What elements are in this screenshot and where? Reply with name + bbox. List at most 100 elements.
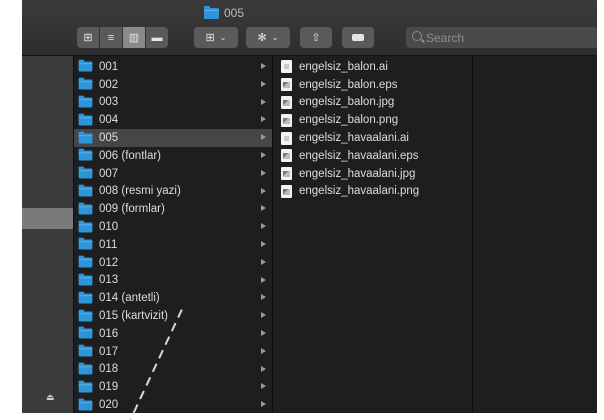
folder-row[interactable]: 007 bbox=[74, 165, 272, 183]
folder-row[interactable]: 019 bbox=[74, 378, 272, 396]
share-icon: ⇧ bbox=[311, 32, 321, 44]
folder-label: 013 bbox=[99, 274, 119, 287]
image-file-icon bbox=[281, 95, 292, 109]
gallery-icon: ▬ bbox=[151, 31, 163, 44]
ai-file-icon bbox=[281, 60, 292, 74]
folder-row[interactable]: 002 bbox=[74, 76, 272, 94]
gear-icon: ✻ bbox=[257, 32, 267, 44]
search-icon bbox=[412, 31, 422, 41]
column-view-button[interactable]: ▥ bbox=[123, 27, 145, 48]
folder-icon bbox=[78, 131, 93, 144]
folder-icon bbox=[78, 148, 93, 161]
list-view-button[interactable]: ≡ bbox=[100, 27, 122, 48]
folder-label: 020 bbox=[99, 399, 119, 412]
disclosure-arrow-icon bbox=[261, 383, 266, 390]
disclosure-arrow-icon bbox=[261, 80, 266, 87]
folder-row[interactable]: 013 bbox=[74, 272, 272, 290]
file-name: engelsiz_havaalani.eps bbox=[299, 149, 419, 162]
gallery-view-button[interactable]: ▬ bbox=[146, 27, 168, 48]
search-input[interactable]: Search bbox=[406, 27, 597, 48]
grid-icon: ⊞ bbox=[83, 32, 93, 44]
sidebar: ⏏ bbox=[22, 56, 73, 413]
file-row[interactable]: engelsiz_balon.ai bbox=[273, 58, 472, 76]
file-row[interactable]: engelsiz_havaalani.ai bbox=[273, 129, 472, 147]
folder-row[interactable]: 003 bbox=[74, 94, 272, 112]
folder-icon bbox=[78, 255, 93, 268]
disclosure-arrow-icon bbox=[261, 169, 266, 176]
folder-row[interactable]: 020 bbox=[74, 396, 272, 413]
file-column: engelsiz_balon.ai engelsiz_balon.epsengel… bbox=[273, 56, 472, 413]
ai-file-icon bbox=[281, 131, 292, 145]
columns-icon: ▥ bbox=[128, 32, 140, 44]
folder-label: 017 bbox=[99, 345, 119, 358]
folder-row[interactable]: 015 (kartvizit) bbox=[74, 307, 272, 325]
folder-row[interactable]: 008 (resmi yazi) bbox=[74, 183, 272, 201]
folder-icon bbox=[78, 273, 93, 286]
folder-label: 018 bbox=[99, 363, 119, 376]
folder-label: 011 bbox=[99, 238, 118, 251]
folder-row[interactable]: 017 bbox=[74, 343, 272, 361]
folder-icon bbox=[78, 113, 93, 126]
folder-icon bbox=[78, 326, 93, 339]
file-name: engelsiz_havaalani.jpg bbox=[299, 167, 416, 180]
action-button[interactable]: ✻ ⌄ bbox=[246, 27, 290, 48]
folder-row[interactable]: 018 bbox=[74, 361, 272, 379]
folder-label: 001 bbox=[99, 60, 119, 73]
sidebar-selected-item[interactable] bbox=[22, 208, 73, 229]
chevron-down-icon: ⌄ bbox=[271, 33, 279, 42]
disclosure-arrow-icon bbox=[261, 98, 266, 105]
file-name: engelsiz_balon.eps bbox=[299, 78, 398, 91]
list-icon: ≡ bbox=[107, 31, 115, 44]
preview-column bbox=[473, 56, 597, 413]
folder-label: 019 bbox=[99, 381, 119, 394]
folder-label: 004 bbox=[99, 114, 119, 127]
folder-label: 003 bbox=[99, 96, 119, 109]
finder-window: 005 ⊞ ≡ ▥ ▬ ⊞ ⌄ ✻ ⌄ ⇧ Search ⏏ 001 002 0… bbox=[22, 0, 597, 413]
file-row[interactable]: engelsiz_havaalani.jpg bbox=[273, 165, 472, 183]
folder-label: 010 bbox=[99, 221, 119, 234]
file-row[interactable]: engelsiz_balon.png bbox=[273, 111, 472, 129]
file-row[interactable]: engelsiz_balon.jpg bbox=[273, 94, 472, 112]
tags-button[interactable] bbox=[342, 27, 374, 48]
disclosure-arrow-icon bbox=[261, 241, 266, 247]
folder-row[interactable]: 009 (formlar) bbox=[74, 200, 272, 218]
folder-row[interactable]: 014 (antetli) bbox=[74, 289, 272, 307]
folder-icon bbox=[78, 237, 93, 250]
folder-label: 012 bbox=[99, 256, 119, 269]
disclosure-arrow-icon bbox=[261, 347, 266, 354]
folder-row[interactable]: 012 bbox=[74, 254, 272, 272]
group-by-button[interactable]: ⊞ ⌄ bbox=[194, 27, 238, 48]
image-file-icon bbox=[281, 113, 292, 127]
search-placeholder: Search bbox=[426, 30, 465, 45]
disclosure-arrow-icon bbox=[261, 134, 266, 141]
disclosure-arrow-icon bbox=[261, 365, 266, 372]
folder-icon bbox=[78, 344, 93, 357]
icon-view-button[interactable]: ⊞ bbox=[77, 27, 99, 48]
folder-label: 016 bbox=[99, 327, 119, 340]
disclosure-arrow-icon bbox=[261, 401, 266, 408]
folder-icon bbox=[78, 95, 93, 108]
folder-label: 015 (kartvizit) bbox=[99, 310, 169, 323]
eps-file-icon bbox=[281, 149, 292, 163]
disclosure-arrow-icon bbox=[261, 294, 266, 301]
eject-icon[interactable]: ⏏ bbox=[46, 392, 55, 403]
folder-row[interactable]: 005 bbox=[74, 129, 272, 147]
toolbar: ⊞ ≡ ▥ ▬ ⊞ ⌄ ✻ ⌄ ⇧ Search bbox=[22, 27, 597, 49]
folder-row[interactable]: 001 bbox=[74, 58, 272, 76]
folder-label: 006 (fontlar) bbox=[99, 149, 162, 162]
disclosure-arrow-icon bbox=[261, 223, 266, 230]
file-name: engelsiz_havaalani.ai bbox=[299, 132, 409, 145]
folder-icon bbox=[78, 309, 93, 322]
disclosure-arrow-icon bbox=[261, 187, 266, 194]
file-row[interactable]: engelsiz_havaalani.eps bbox=[273, 147, 472, 165]
folder-row[interactable]: 010 bbox=[74, 218, 272, 236]
image-file-icon bbox=[281, 184, 292, 198]
folder-row[interactable]: 011 bbox=[74, 236, 272, 254]
chevron-down-icon: ⌄ bbox=[219, 33, 227, 42]
file-row[interactable]: engelsiz_balon.eps bbox=[273, 76, 472, 94]
disclosure-arrow-icon bbox=[261, 205, 266, 212]
file-row[interactable]: engelsiz_havaalani.png bbox=[273, 183, 472, 201]
folder-row[interactable]: 006 (fontlar) bbox=[74, 147, 272, 165]
folder-row[interactable]: 004 bbox=[74, 111, 272, 129]
share-button[interactable]: ⇧ bbox=[300, 27, 332, 48]
